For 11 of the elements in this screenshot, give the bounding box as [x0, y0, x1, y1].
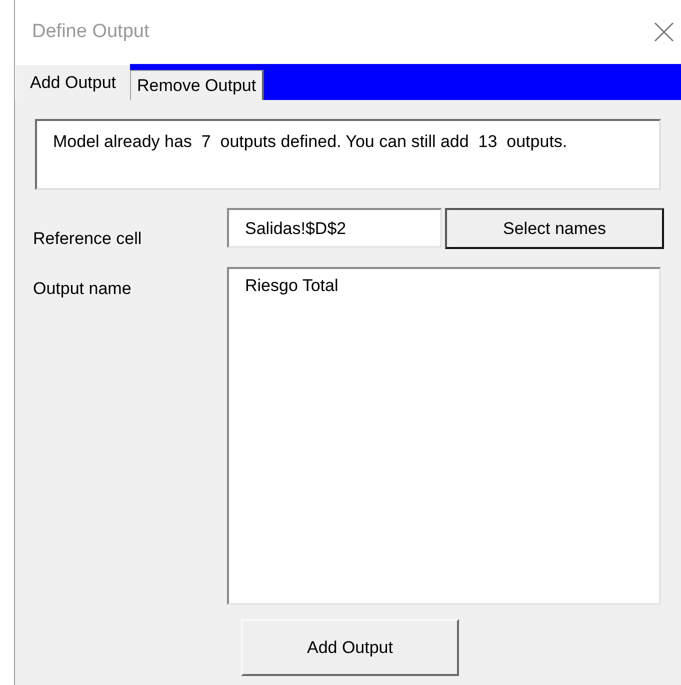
reference-cell-field[interactable]: Salidas!$D$2 — [227, 208, 442, 248]
window-title: Define Output — [32, 20, 150, 44]
message-box: Model already has 7 outputs defined. You can still add 13 outputs. — [35, 119, 661, 190]
field-label: Output name — [33, 278, 132, 300]
select-names-button[interactable]: Select names — [445, 208, 664, 249]
close-icon — [653, 21, 675, 43]
output-name-field[interactable]: Riesgo Total — [227, 267, 661, 605]
tab[interactable]: Add Output — [15, 64, 130, 100]
tab[interactable]: Remove Output — [130, 70, 264, 100]
field-label: Reference cell — [33, 228, 143, 250]
add-output-button[interactable]: Add Output — [241, 619, 459, 676]
